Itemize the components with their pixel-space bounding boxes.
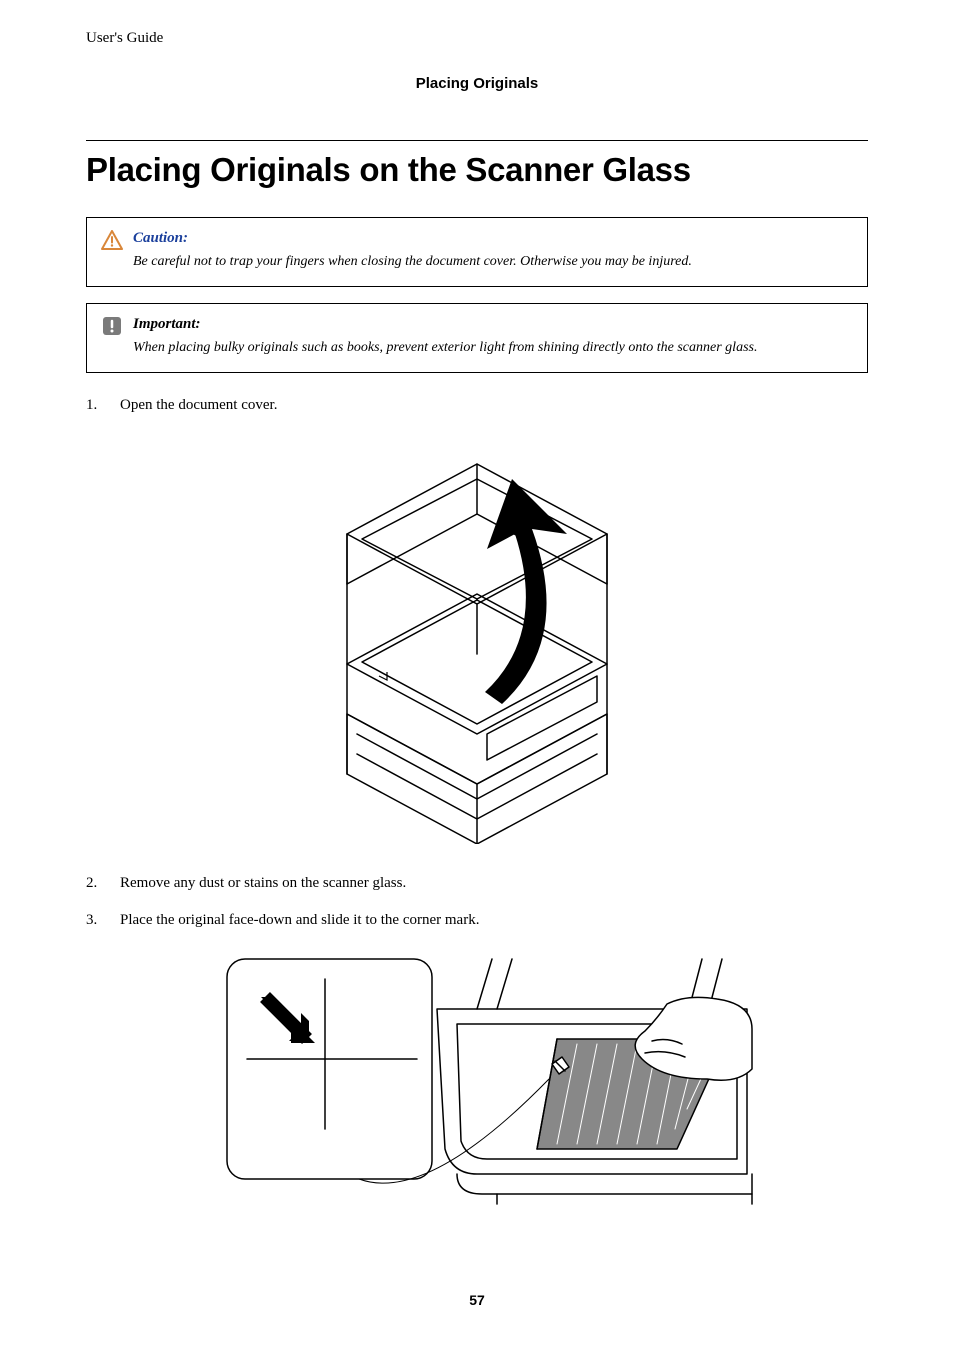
- important-box: Important: When placing bulky originals …: [86, 303, 868, 373]
- caution-text: Be careful not to trap your fingers when…: [133, 251, 853, 272]
- step-item: Remove any dust or stains on the scanner…: [86, 875, 868, 892]
- caution-box: Caution: Be careful not to trap your fin…: [86, 217, 868, 287]
- title-rule: [86, 140, 868, 141]
- steps-list: Open the document cover.: [86, 397, 868, 414]
- step-item: Open the document cover.: [86, 397, 868, 414]
- steps-list-continued: Remove any dust or stains on the scanner…: [86, 875, 868, 929]
- page-title: Placing Originals on the Scanner Glass: [86, 151, 868, 189]
- caution-label: Caution:: [133, 230, 853, 247]
- important-text: When placing bulky originals such as boo…: [133, 337, 853, 358]
- figure-open-cover: [86, 434, 868, 849]
- page-number: 57: [0, 1292, 954, 1308]
- important-icon: [101, 316, 123, 336]
- caution-icon: [101, 230, 123, 250]
- important-label: Important:: [133, 316, 853, 333]
- header-section-title: Placing Originals: [86, 75, 868, 92]
- figure-place-original: [86, 949, 868, 1214]
- step-item: Place the original face-down and slide i…: [86, 912, 868, 929]
- header-guide: User's Guide: [86, 30, 868, 47]
